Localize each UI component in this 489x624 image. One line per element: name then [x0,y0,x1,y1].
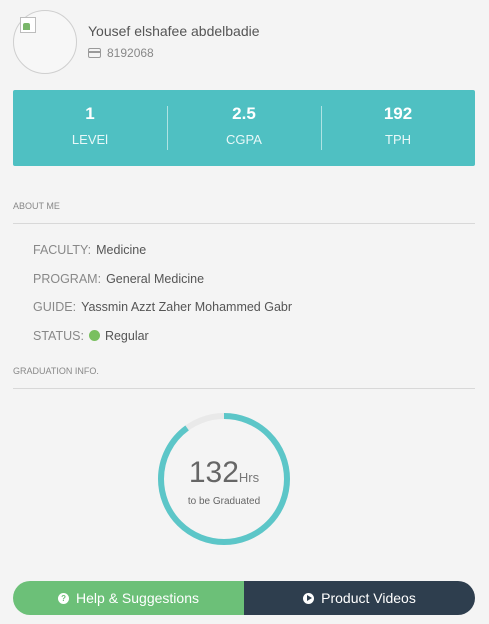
stat-label: LEVEl [71,132,109,147]
stat-tph: 192 TPH [321,90,475,166]
gauge-center: 132Hrs to be Graduated [156,456,292,507]
graduation-progress-gauge: 132Hrs to be Graduated [156,411,292,547]
info-row-status: STATUS: Regular [33,322,453,351]
info-value: Yassmin Azzt Zaher Mohammed Gabr [81,300,293,315]
product-videos-button[interactable]: Product Videos [244,581,475,615]
stat-value: 1 [85,104,95,123]
remaining-hours: 132 [188,456,239,489]
info-key: PROGRAM: [33,271,102,286]
videos-button-label: Product Videos [321,590,416,606]
info-row-program: PROGRAM: General Medicine [33,265,453,294]
student-id-row: 8192068 [88,46,154,60]
student-name: Yousef elshafee abdelbadie [88,23,260,39]
info-value: Regular [104,328,149,343]
stat-level: 1 LEVEl [13,90,167,166]
info-key: STATUS: [33,328,84,343]
avatar [13,10,77,74]
about-info-list: FACULTY: Medicine PROGRAM: General Medic… [33,236,453,350]
status-dot-icon [88,330,100,342]
help-button-label: Help & Suggestions [76,590,199,606]
question-circle-icon: ? [58,592,70,604]
stats-panel: 1 LEVEl 2.5 CGPA 192 TPH [13,90,475,166]
student-id: 8192068 [107,46,154,60]
graduation-section-title: GRADUATION INFO. [13,366,475,389]
footer-buttons: ? Help & Suggestions Product Videos [13,581,475,615]
info-key: FACULTY: [33,243,92,258]
id-card-icon [88,48,101,58]
info-row-faculty: FACULTY: Medicine [33,236,453,265]
profile-header: Yousef elshafee abdelbadie 8192068 [13,10,473,76]
play-circle-icon [303,592,315,604]
info-row-guide: GUIDE: Yassmin Azzt Zaher Mohammed Gabr [33,293,453,322]
broken-image-icon [20,17,36,33]
stat-cgpa: 2.5 CGPA [167,90,321,166]
stat-value: 192 [383,104,413,123]
info-value: General Medicine [106,271,205,286]
stat-value: 2.5 [232,104,256,123]
stat-label: CGPA [226,132,262,147]
hours-unit: Hrs [238,470,260,485]
info-key: GUIDE: [33,300,77,315]
gauge-subtitle: to be Graduated [187,496,261,507]
help-suggestions-button[interactable]: ? Help & Suggestions [13,581,244,615]
about-section-title: ABOUT ME [13,201,475,224]
info-value: Medicine [96,243,147,258]
stat-label: TPH [385,132,411,147]
